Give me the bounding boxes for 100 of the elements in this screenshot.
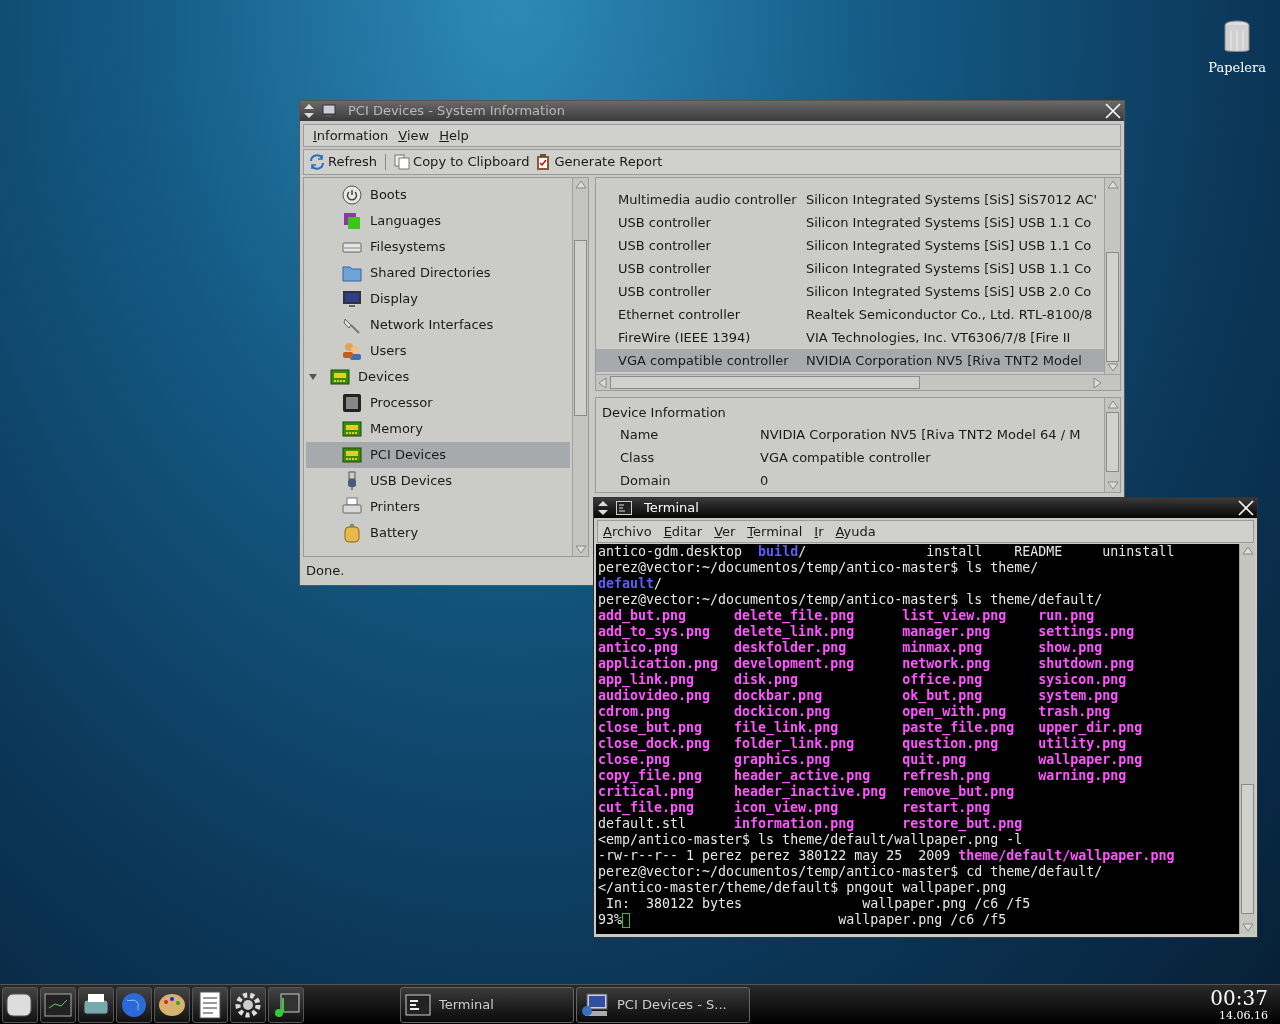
- launcher-button[interactable]: [2, 986, 38, 1023]
- flags-icon: [342, 211, 362, 231]
- scrollbar-thumb[interactable]: [610, 376, 920, 389]
- menu-item[interactable]: View: [395, 125, 433, 146]
- file-name: list_view.png: [902, 608, 1007, 623]
- sidebar-item[interactable]: Printers: [306, 494, 570, 520]
- scroll-down-arrow-icon[interactable]: [1105, 478, 1120, 492]
- sidebar-item[interactable]: Boots: [306, 182, 570, 208]
- expanded-arrow-icon[interactable]: [308, 372, 318, 382]
- vertical-scrollbar[interactable]: [1104, 178, 1120, 374]
- file-name: delete_link.png: [734, 624, 855, 639]
- monitor-icon: [342, 289, 362, 309]
- circuit-board-icon: [330, 367, 350, 387]
- file-name: deskfolder.png: [734, 640, 847, 655]
- window-menu-icon[interactable]: [302, 103, 316, 119]
- device-row[interactable]: USB controller Silicon Integrated Systems [SiS] USB 2.0 Co: [596, 280, 1104, 303]
- sidebar-item[interactable]: Memory: [306, 416, 570, 442]
- terminal-text: </antico-master/theme/default$ pngout wallpaper.png: [598, 880, 1007, 896]
- scroll-up-arrow-icon[interactable]: [1105, 398, 1120, 412]
- file-name: dockicon.png: [734, 704, 831, 719]
- device-row[interactable]: VGA compatible controller NVIDIA Corporation NV5 [Riva TNT2 Model: [596, 349, 1104, 372]
- device-row[interactable]: USB controller Silicon Integrated Systems [SiS] USB 1.1 Co: [596, 234, 1104, 257]
- menu-item[interactable]: Archivo: [601, 521, 654, 542]
- file-name: quit.png: [902, 752, 967, 767]
- close-icon[interactable]: [1104, 102, 1122, 120]
- close-icon[interactable]: [1237, 499, 1255, 517]
- sidebar-item[interactable]: Shared Directories: [306, 260, 570, 286]
- scroll-up-arrow-icon[interactable]: [1105, 178, 1120, 192]
- vertical-scrollbar[interactable]: [1239, 544, 1255, 934]
- sidebar-item[interactable]: USB Devices: [306, 468, 570, 494]
- sidebar-item[interactable]: Processor: [306, 390, 570, 416]
- window-menu-icon[interactable]: [596, 500, 610, 516]
- device-type: Multimedia audio controller: [618, 190, 798, 209]
- scroll-left-arrow-icon[interactable]: [596, 375, 610, 390]
- file-name: file_link.png: [734, 720, 839, 735]
- device-vendor: Realtek Semiconductor Co., Ltd. RTL-8100/8: [806, 305, 1093, 324]
- file-name: graphics.png: [734, 752, 831, 767]
- device-vendor: Silicon Integrated Systems [SiS] USB 1.1 Co: [806, 236, 1092, 255]
- device-row[interactable]: USB controller Silicon Integrated Systems [SiS] USB 1.1 Co: [596, 257, 1104, 280]
- battery-icon: [342, 523, 362, 543]
- menu-item[interactable]: Help: [436, 125, 472, 146]
- window-title-bar[interactable]: PCI Devices - System Information: [300, 101, 1124, 121]
- sidebar-item[interactable]: Languages: [306, 208, 570, 234]
- toolbar-button[interactable]: Copy to Clipboard: [394, 152, 530, 172]
- device-type: Ethernet controller: [618, 305, 742, 324]
- sidebar-item[interactable]: PCI Devices: [306, 442, 570, 468]
- file-name: restart.png: [902, 800, 991, 815]
- scrollbar-thumb[interactable]: [1106, 412, 1119, 472]
- file-name: settings.png: [1038, 624, 1135, 639]
- scroll-down-arrow-icon[interactable]: [1240, 920, 1255, 934]
- sidebar-item[interactable]: Network Interfaces: [306, 312, 570, 338]
- device-row[interactable]: FireWire (IEEE 1394) VIA Technologies, Inc. VT6306/7/8 [Fire II: [596, 326, 1104, 349]
- menu-item[interactable]: Terminal: [745, 521, 805, 542]
- menu-item[interactable]: Ir: [812, 521, 826, 542]
- scroll-down-arrow-icon[interactable]: [573, 542, 588, 556]
- device-row[interactable]: USB controller Silicon Integrated Systems [SiS] USB 1.1 Co: [596, 211, 1104, 234]
- device-row[interactable]: Ethernet controller Realtek Semiconductor Co., Ltd. RTL-8100/8: [596, 303, 1104, 326]
- scroll-right-arrow-icon[interactable]: [1090, 375, 1104, 390]
- task-button[interactable]: PCI Devices - S...: [576, 986, 750, 1023]
- file-name: open_with.png: [902, 704, 1007, 719]
- scrollbar-thumb[interactable]: [1241, 784, 1254, 914]
- chip-icon: [342, 393, 362, 413]
- scrollbar-thumb[interactable]: [1106, 252, 1119, 362]
- task-button[interactable]: Terminal: [400, 986, 574, 1023]
- file-name: cdrom.png: [598, 704, 671, 719]
- vertical-scrollbar[interactable]: [572, 178, 588, 556]
- terminal-text: -rw-r--r-- 1 perez perez 380122 may 25 2009: [598, 848, 952, 864]
- terminal-text: perez@vector:~/documentos/temp/antico-master$ ls theme/: [598, 560, 1039, 576]
- file-name: utility.png: [1038, 736, 1127, 751]
- vertical-scrollbar[interactable]: [1104, 398, 1120, 492]
- desktop-shortcut[interactable]: Papelera: [1208, 20, 1266, 78]
- sidebar-item[interactable]: Battery: [306, 520, 570, 546]
- scroll-up-arrow-icon[interactable]: [573, 178, 588, 192]
- scroll-down-arrow-icon[interactable]: [1105, 360, 1120, 374]
- sidebar-item[interactable]: Filesystems: [306, 234, 570, 260]
- launcher-button[interactable]: [78, 986, 114, 1023]
- launcher-button[interactable]: [268, 986, 304, 1023]
- scrollbar-thumb[interactable]: [574, 240, 587, 416]
- window-title-bar[interactable]: Terminal: [594, 498, 1257, 518]
- terminal-text: 93%: [598, 912, 623, 928]
- sidebar-item[interactable]: Devices: [306, 364, 570, 390]
- toolbar-button[interactable]: Refresh: [309, 152, 378, 172]
- menu-item[interactable]: Ayuda: [833, 521, 878, 542]
- folder-icon: [342, 263, 362, 283]
- launcher-button[interactable]: [154, 986, 190, 1023]
- field-value: VGA compatible controller: [760, 449, 931, 468]
- menu-item[interactable]: Editar: [661, 521, 705, 542]
- file-name: trash.png: [1038, 704, 1111, 719]
- device-vendor: Silicon Integrated Systems [SiS] USB 2.0 Co: [806, 282, 1092, 301]
- sidebar-item[interactable]: Display: [306, 286, 570, 312]
- sidebar-item[interactable]: Users: [306, 338, 570, 364]
- launcher-button[interactable]: [230, 986, 266, 1023]
- scroll-up-arrow-icon[interactable]: [1240, 544, 1255, 558]
- toolbar-button[interactable]: Generate Report: [535, 152, 663, 172]
- launcher-button[interactable]: [192, 986, 228, 1023]
- horizontal-scrollbar[interactable]: [596, 374, 1120, 390]
- device-row[interactable]: Multimedia audio controller Silicon Integrated Systems [SiS] SiS7012 AC': [596, 188, 1104, 211]
- menu-item[interactable]: Ver: [712, 521, 738, 542]
- power-icon: [342, 185, 362, 205]
- menu-item[interactable]: Information: [310, 125, 392, 146]
